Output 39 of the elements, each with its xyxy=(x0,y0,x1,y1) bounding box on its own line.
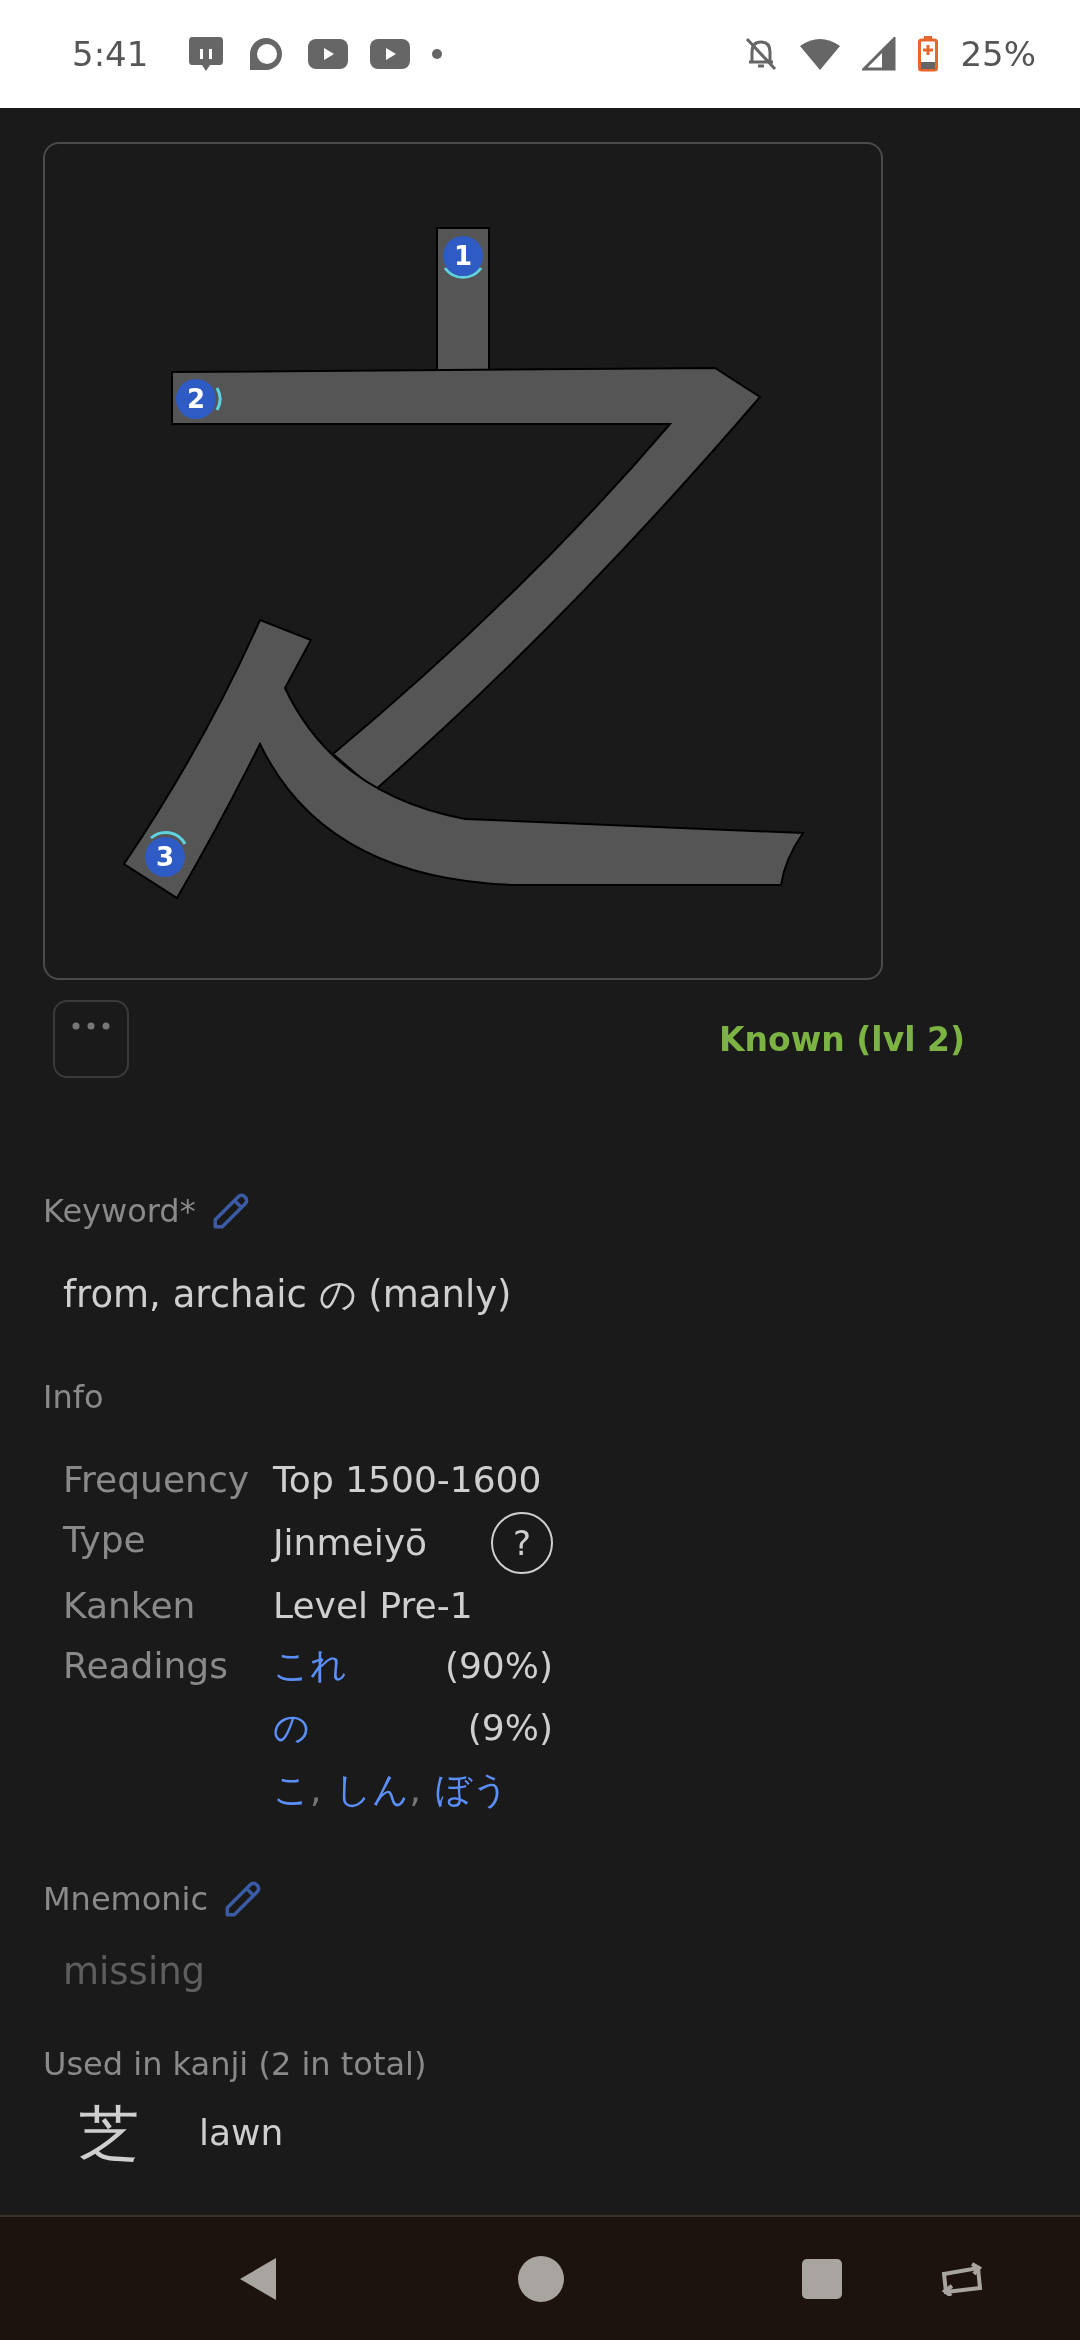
clock: 5:41 xyxy=(72,34,149,74)
dot-icon xyxy=(432,49,443,59)
recents-icon[interactable] xyxy=(802,2258,842,2299)
signal-icon xyxy=(862,37,897,71)
info-label: Kanken xyxy=(63,1584,197,1628)
section-label: Keyword* xyxy=(43,1192,196,1230)
reading-link[interactable]: ぼう xyxy=(434,1762,509,1818)
reading-link[interactable]: これ xyxy=(273,1638,347,1694)
more-icon xyxy=(71,1022,111,1030)
section-label: Mnemonic xyxy=(43,1880,209,1918)
section-label: Used in kanji (2 in total) xyxy=(43,2045,427,2083)
info-label: Type xyxy=(63,1518,147,1562)
kanji-character[interactable]: 芝 xyxy=(79,2101,139,2165)
reading-link[interactable]: の xyxy=(273,1700,310,1756)
reading-share: (90%) xyxy=(444,1644,553,1688)
video-icon xyxy=(370,39,411,69)
separator-text: , xyxy=(310,1768,322,1812)
kanji-meaning[interactable]: lawn xyxy=(199,2111,284,2155)
chat-icon xyxy=(188,35,225,73)
wifi-icon xyxy=(800,38,841,70)
info-value: Top 1500-1600 xyxy=(273,1458,543,1502)
info-label: Readings xyxy=(63,1644,229,1688)
status-text: Known (lvl 2) xyxy=(719,1019,965,1059)
reading-link[interactable]: しん xyxy=(335,1762,410,1818)
reading-share: (9%) xyxy=(467,1706,553,1750)
info-value: Jinmeiyō xyxy=(273,1521,427,1565)
battery-percent: 25% xyxy=(960,34,1036,74)
video-icon xyxy=(308,39,349,69)
bell-off-icon xyxy=(744,36,779,72)
separator-text: , xyxy=(409,1768,421,1812)
battery-icon xyxy=(918,36,939,72)
section-label: Info xyxy=(43,1378,104,1416)
info-label: Frequency xyxy=(63,1458,250,1502)
keyword-text: from, archaic の (manly) xyxy=(63,1272,513,1318)
mnemonic-text: missing xyxy=(63,1950,207,1993)
info-value: Level Pre-1 xyxy=(273,1584,474,1628)
help-button[interactable]: ? xyxy=(491,1512,553,1574)
home-icon[interactable] xyxy=(518,2255,564,2302)
reading-link[interactable]: こ xyxy=(273,1762,310,1818)
